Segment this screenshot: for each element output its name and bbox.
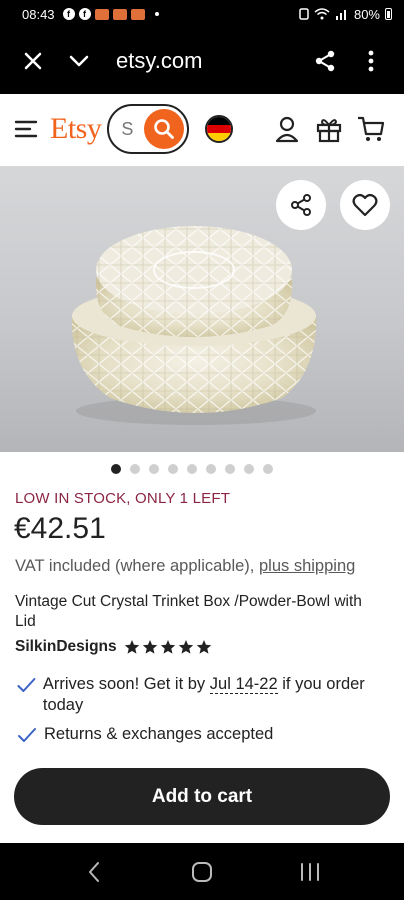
app-notification-icon <box>130 8 145 20</box>
carousel-dot[interactable] <box>225 464 235 474</box>
app-root: 08:43 f f 80% etsy.com Etsy S LOW IN STO… <box>0 0 404 900</box>
share-product-button[interactable] <box>276 180 326 230</box>
account-button[interactable] <box>268 109 306 149</box>
carousel-dot[interactable] <box>168 464 178 474</box>
search-icon <box>154 119 175 139</box>
wifi-icon <box>314 8 330 20</box>
chevron-down-icon <box>69 55 89 67</box>
more-notifications-dot <box>154 12 159 16</box>
search-placeholder: S <box>121 118 134 139</box>
star-icon <box>196 640 211 654</box>
battery-percent: 80% <box>353 6 380 22</box>
app-notification-icon <box>94 8 109 20</box>
user-icon <box>275 116 299 143</box>
arrival-text: Arrives soon! Get it by Jul 14-22 if you… <box>43 674 391 716</box>
status-bar: 08:43 f f 80% <box>0 0 404 28</box>
notification-icons: f f <box>62 8 159 20</box>
facebook-notification-icon: f <box>62 8 75 20</box>
arrival-dates[interactable]: Jul 14-22 <box>209 675 278 694</box>
returns-info: Returns & exchanges accepted <box>16 724 391 745</box>
share-icon <box>291 194 311 216</box>
battery-icon <box>385 8 392 20</box>
carousel-dot[interactable] <box>244 464 254 474</box>
home-button[interactable] <box>172 849 232 895</box>
status-time: 08:43 <box>22 6 55 22</box>
url-text[interactable]: etsy.com <box>116 48 202 74</box>
check-icon <box>17 678 36 692</box>
add-to-cart-button[interactable]: Add to cart <box>14 768 390 825</box>
share-button[interactable] <box>302 38 348 84</box>
etsy-logo[interactable]: Etsy <box>50 112 102 146</box>
returns-text: Returns & exchanges accepted <box>44 725 274 743</box>
menu-button[interactable] <box>0 103 52 155</box>
site-header: Etsy S <box>0 94 404 164</box>
vat-notice: VAT included (where applicable), plus sh… <box>15 557 355 576</box>
shop-rating[interactable] <box>124 639 212 655</box>
carousel-dot[interactable] <box>111 464 121 474</box>
more-vert-icon <box>368 50 374 72</box>
product-image[interactable] <box>0 166 404 452</box>
favorite-button[interactable] <box>340 180 390 230</box>
vat-text: VAT included (where applicable), <box>15 557 255 575</box>
system-nav-bar <box>0 843 404 900</box>
star-icon <box>178 640 193 654</box>
back-icon <box>89 861 99 882</box>
carousel-dot[interactable] <box>130 464 140 474</box>
carousel-dot[interactable] <box>187 464 197 474</box>
heart-icon <box>352 193 378 217</box>
carousel-dot[interactable] <box>149 464 159 474</box>
share-icon <box>315 50 335 72</box>
shop-name-link[interactable]: SilkinDesigns <box>15 638 117 656</box>
status-right: 80% <box>299 7 392 22</box>
signal-icon <box>335 10 346 20</box>
close-tab-button[interactable] <box>10 38 56 84</box>
germany-flag-icon[interactable] <box>205 115 234 143</box>
search-input[interactable]: S <box>107 104 190 154</box>
close-icon <box>24 52 42 70</box>
carousel-dot[interactable] <box>263 464 273 474</box>
product-price: €42.51 <box>14 512 106 545</box>
browser-menu-button[interactable] <box>348 38 394 84</box>
recents-icon <box>301 862 319 881</box>
home-icon <box>192 861 212 882</box>
carousel-dot[interactable] <box>206 464 216 474</box>
arrival-prefix: Arrives soon! Get it by <box>42 675 206 693</box>
carousel-indicator <box>0 464 404 474</box>
cart-button[interactable] <box>352 109 390 149</box>
stock-notice: LOW IN STOCK, ONLY 1 LEFT <box>15 490 231 507</box>
gift-button[interactable] <box>310 109 348 149</box>
recents-button[interactable] <box>280 849 340 895</box>
cart-icon <box>358 116 385 141</box>
star-icon <box>142 640 157 654</box>
browser-toolbar: etsy.com <box>0 28 404 94</box>
star-icon <box>124 640 139 654</box>
menu-icon <box>14 120 38 138</box>
arrival-info: Arrives soon! Get it by Jul 14-22 if you… <box>16 674 391 716</box>
gift-icon <box>316 119 342 143</box>
sim-icon <box>299 8 309 20</box>
product-title: Vintage Cut Crystal Trinket Box /Powder-… <box>15 593 362 630</box>
facebook-notification-icon: f <box>78 8 91 20</box>
shipping-link[interactable]: plus shipping <box>259 557 355 575</box>
back-button[interactable] <box>64 849 124 895</box>
tab-menu-button[interactable] <box>56 38 102 84</box>
check-icon <box>18 728 36 742</box>
star-icon <box>160 640 175 654</box>
app-notification-icon <box>112 8 127 20</box>
shop-row: SilkinDesigns <box>15 638 212 656</box>
search-button[interactable] <box>144 109 185 149</box>
